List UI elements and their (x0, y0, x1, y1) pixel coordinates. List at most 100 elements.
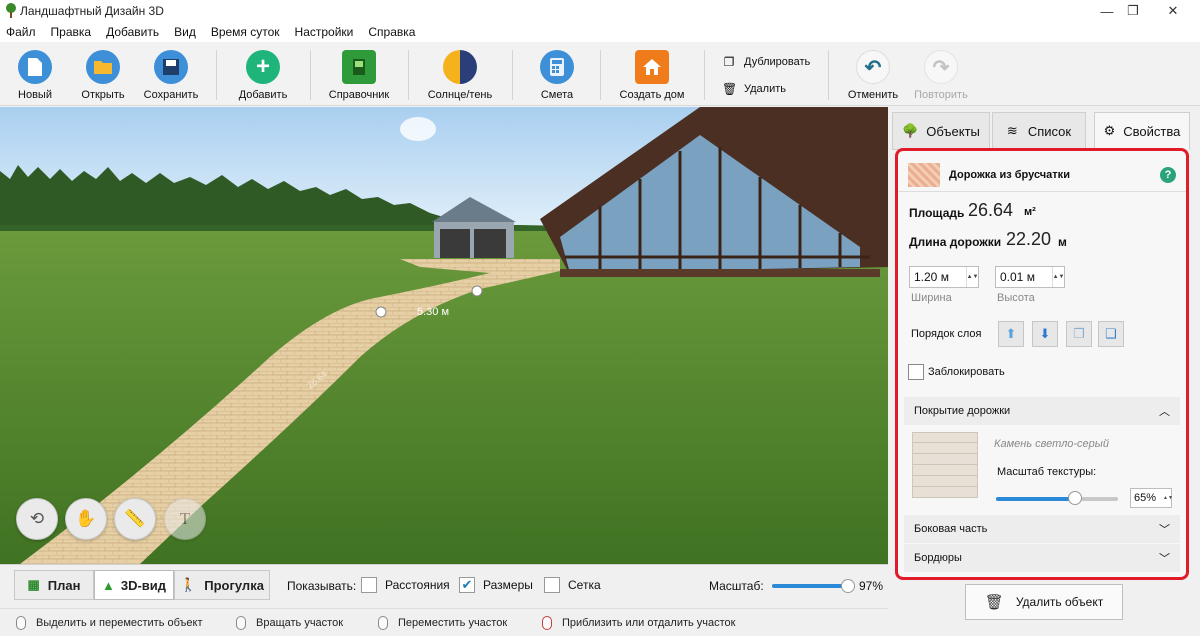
walking-person-icon: 🚶 (180, 577, 197, 592)
coating-section-header[interactable]: Покрытие дорожки ︿ (904, 397, 1180, 425)
show-label: Показывать: (287, 579, 357, 593)
width-input[interactable]: 1.20 м ▲▼ (909, 266, 979, 288)
lock-checkbox[interactable] (908, 364, 924, 380)
mouse-icon (236, 616, 246, 630)
borders-section-label: Бордюры (914, 552, 962, 564)
layer-up-button[interactable]: ⬆ (998, 321, 1024, 347)
sizes-checkbox[interactable]: ✔ Размеры (459, 577, 533, 593)
walk-mode-button[interactable]: 🚶 Прогулка (174, 570, 270, 600)
distances-checkbox[interactable]: Расстояния (361, 577, 450, 593)
texture-scale-slider-thumb[interactable] (1068, 491, 1083, 505)
open-button-label: Открыть (81, 89, 125, 101)
create-house-button-label: Создать дом (619, 89, 685, 101)
menu-add[interactable]: Добавить (106, 25, 159, 39)
menu-settings[interactable]: Настройки (295, 25, 354, 39)
path-node-handle[interactable] (471, 285, 483, 297)
undo-button-label: Отменить (847, 89, 899, 101)
duplicate-button[interactable]: ❐ Дублировать (722, 55, 811, 69)
add-button[interactable]: + Добавить (236, 42, 290, 106)
pan-tool[interactable]: ✋ (65, 498, 107, 540)
menu-file[interactable]: Файл (6, 25, 36, 39)
grid-checkbox[interactable]: Сетка (544, 577, 601, 593)
close-button[interactable]: ✕ (1150, 0, 1196, 22)
mouse-wheel-icon (542, 616, 552, 630)
duplicate-button-label: Дублировать (744, 56, 811, 68)
width-label: Ширина (911, 292, 952, 304)
scale-label: Масштаб: (709, 579, 764, 593)
scale-slider[interactable] (772, 579, 855, 593)
delete-button[interactable]: 🗑 Удалить (722, 82, 786, 96)
chevron-down-icon: ﹀ (1159, 553, 1170, 565)
sizes-check-box[interactable]: ✔ (459, 577, 475, 593)
plan-mode-button[interactable]: ▦ План (14, 570, 94, 600)
3d-view-mode-button[interactable]: ▲ 3D-вид (94, 570, 174, 600)
rotate-view-tool[interactable]: ⟲ (16, 498, 58, 540)
sun-shadow-button[interactable]: Солнце/тень (426, 42, 494, 106)
layer-to-back-button[interactable]: ❏ (1098, 321, 1124, 347)
layer-to-front-button[interactable]: ❐ (1066, 321, 1092, 347)
dimension-label: 5.30 м (417, 306, 449, 318)
help-icon[interactable]: ? (1160, 167, 1176, 183)
side-section-header[interactable]: Боковая часть ﹀ (904, 515, 1180, 543)
redo-button-label: Повторить (914, 89, 968, 101)
save-button[interactable]: Сохранить (142, 42, 200, 106)
area-value: 26.64 (968, 200, 1014, 220)
grid-check-box[interactable] (544, 577, 560, 593)
menu-bar: Файл Правка Добавить Вид Время суток Нас… (0, 22, 1200, 42)
reference-button[interactable]: Справочник (326, 42, 392, 106)
path-node-handle[interactable] (375, 306, 387, 318)
distances-check-box[interactable] (361, 577, 377, 593)
path-length-unit: м (1058, 235, 1067, 249)
toolbar: Новый Открыть Сохранить + Добавить Справ… (0, 42, 1200, 106)
texture-scale-input[interactable]: 65% ▲▼ (1130, 488, 1173, 508)
ruler-icon: 📏 (124, 509, 146, 528)
create-house-button[interactable]: Создать дом (616, 42, 688, 106)
height-input[interactable]: 0.01 м ▲▼ (995, 266, 1065, 288)
spinner-arrows-icon[interactable]: ▲▼ (1052, 267, 1064, 287)
menu-time-of-day[interactable]: Время суток (211, 25, 280, 39)
divider (898, 191, 1186, 192)
3d-viewport[interactable]: 5.30 м 26.64 (0, 107, 888, 564)
texture-thumbnail[interactable] (912, 432, 978, 498)
area-unit: м² (1024, 206, 1036, 218)
menu-help[interactable]: Справка (368, 25, 415, 39)
spinner-arrows-icon[interactable]: ▲▼ (1163, 495, 1173, 501)
tab-list[interactable]: ≋ Список (992, 112, 1086, 150)
estimate-button[interactable]: Смета (536, 42, 578, 106)
texture-scale-slider[interactable] (996, 491, 1118, 505)
properties-panel: Дорожка из брусчатки ? Площадь 26.64 м² … (895, 148, 1189, 580)
borders-section-header[interactable]: Бордюры ﹀ (904, 544, 1180, 572)
scale-slider-thumb[interactable] (840, 579, 855, 593)
path-length-value: 22.20 (1006, 229, 1052, 249)
path-length-label: Длина дорожки (909, 235, 1002, 249)
gear-icon: ⚙ (1103, 123, 1116, 138)
new-button[interactable]: Новый (10, 42, 60, 106)
title-bar: Ландшафтный Дизайн 3D — ❐ ✕ (0, 0, 1200, 22)
tab-objects[interactable]: 🌳 Объекты (892, 112, 990, 150)
mouse-left-icon (16, 616, 26, 630)
house-icon (635, 50, 669, 84)
arrow-up-icon: ⬆ (1005, 326, 1017, 341)
toolbar-separator (310, 50, 311, 100)
status-rotate-label: Вращать участок (256, 617, 344, 629)
delete-button-label: Удалить (744, 83, 786, 95)
text-tool[interactable]: T (164, 498, 206, 540)
tab-list-label: Список (1027, 123, 1072, 139)
undo-button[interactable]: ↶ Отменить (846, 42, 900, 106)
spinner-arrows-icon[interactable]: ▲▼ (966, 267, 978, 287)
toolbar-separator (408, 50, 409, 100)
menu-edit[interactable]: Правка (51, 25, 92, 39)
texture-scale-label: Масштаб текстуры: (997, 466, 1097, 478)
status-zoom-label: Приблизить или отдалить участок (562, 617, 736, 629)
trash-delete-icon: 🗑 (984, 594, 1004, 611)
reference-button-label: Справочник (328, 89, 390, 101)
open-button[interactable]: Открыть (77, 42, 129, 106)
redo-button[interactable]: ↷ Повторить (912, 42, 970, 106)
ruler-tool[interactable]: 📏 (114, 498, 156, 540)
menu-view[interactable]: Вид (174, 25, 196, 39)
folder-icon (86, 50, 120, 84)
delete-object-button[interactable]: 🗑 Удалить объект (965, 584, 1123, 620)
tab-properties[interactable]: ⚙ Свойства (1094, 112, 1190, 150)
duplicate-icon: ❐ (723, 55, 735, 69)
layer-down-button[interactable]: ⬇ (1032, 321, 1058, 347)
